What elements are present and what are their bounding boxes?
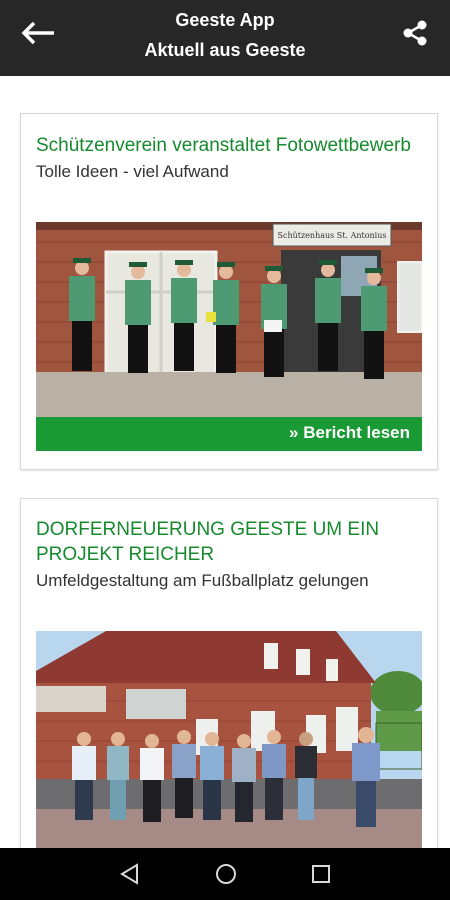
- article-image[interactable]: [36, 631, 422, 848]
- app-title: Geeste App: [175, 10, 275, 30]
- article-title[interactable]: Schützenverein veranstaltet Fotowettbewe…: [21, 133, 437, 158]
- system-nav-bar: [0, 848, 450, 900]
- section-title: Aktuell aus Geeste: [144, 40, 306, 60]
- share-icon[interactable]: [400, 18, 430, 48]
- nav-home-icon[interactable]: [214, 862, 238, 891]
- news-card[interactable]: DORFERNEUERUNG GEESTE UM EIN PROJEKT REI…: [20, 498, 438, 848]
- news-card[interactable]: Schützenverein veranstaltet Fotowettbewe…: [20, 113, 438, 470]
- image-sign-text: Schützenhaus St. Antonius: [277, 231, 386, 240]
- app-header: Geeste App Aktuell aus Geeste: [0, 0, 450, 76]
- article-image[interactable]: Schützenhaus St. Antonius: [36, 222, 422, 417]
- news-feed[interactable]: Schützenverein veranstaltet Fotowettbewe…: [0, 76, 450, 848]
- article-subtitle: Tolle Ideen - viel Aufwand: [36, 162, 229, 181]
- nav-back-icon[interactable]: [118, 862, 142, 891]
- nav-recents-icon[interactable]: [309, 862, 333, 891]
- article-subtitle: Umfeldgestaltung am Fußballplatz gelunge…: [36, 571, 369, 590]
- read-more-button[interactable]: » Bericht lesen: [36, 417, 422, 451]
- article-title[interactable]: DORFERNEUERUNG GEESTE UM EIN PROJEKT REI…: [21, 517, 437, 567]
